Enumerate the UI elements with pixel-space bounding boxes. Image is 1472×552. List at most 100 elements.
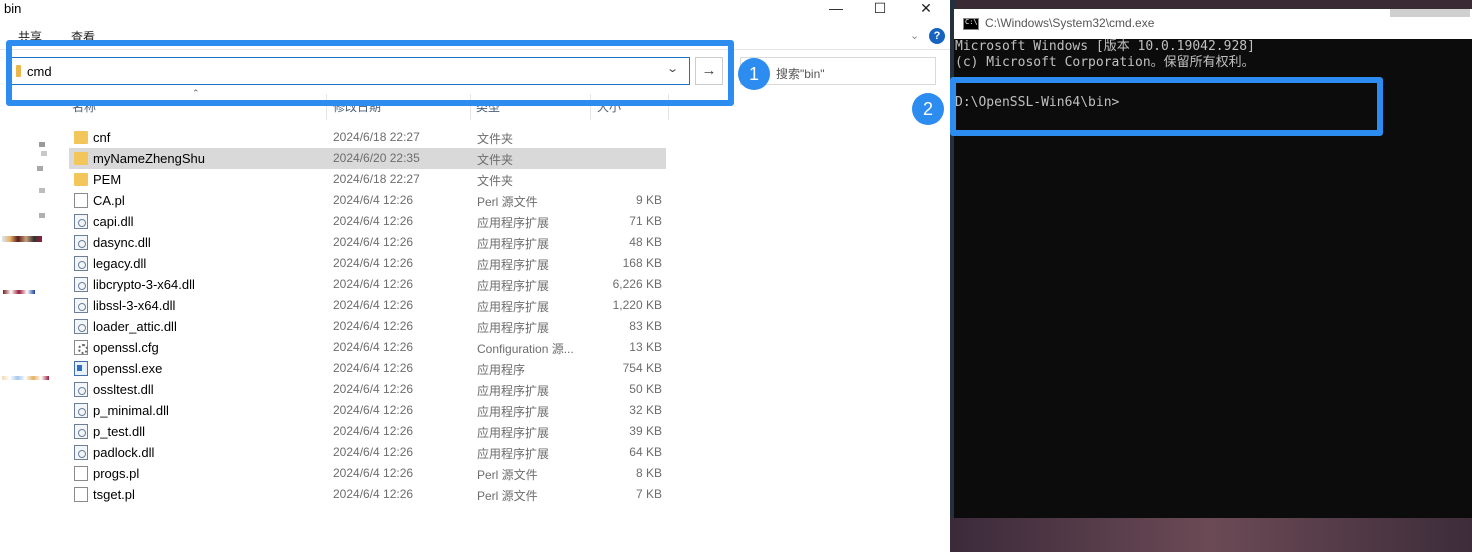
nav-item-icon[interactable] (3, 290, 35, 294)
file-row[interactable]: ossltest.dll 2024/6/4 12:26 应用程序扩展 50 KB (69, 379, 669, 400)
file-date: 2024/6/18 22:27 (333, 172, 420, 186)
file-row[interactable]: legacy.dll 2024/6/4 12:26 应用程序扩展 168 KB (69, 253, 669, 274)
file-size: 71 KB (629, 214, 662, 228)
dll-icon (74, 256, 88, 271)
file-type: Perl 源文件 (477, 195, 538, 209)
file-name: progs.pl (93, 466, 140, 481)
file-type: Perl 源文件 (477, 489, 538, 503)
window-title: bin (4, 1, 22, 16)
file-name: tsget.pl (93, 487, 135, 502)
dll-icon (74, 445, 88, 460)
file-date: 2024/6/4 12:26 (333, 487, 414, 501)
file-date: 2024/6/4 12:26 (333, 235, 414, 249)
file-row[interactable]: capi.dll 2024/6/4 12:26 应用程序扩展 71 KB (69, 211, 669, 232)
file-name: ossltest.dll (93, 382, 154, 397)
file-date: 2024/6/18 22:27 (333, 130, 420, 144)
file-date: 2024/6/4 12:26 (333, 424, 414, 438)
file-type: 应用程序扩展 (477, 258, 550, 272)
file-type: 应用程序扩展 (477, 237, 550, 251)
file-name: legacy.dll (93, 256, 147, 271)
nav-item-icon[interactable] (41, 151, 47, 156)
file-name: p_minimal.dll (93, 403, 169, 418)
cmd-app-icon (963, 18, 979, 30)
file-row[interactable]: PEM 2024/6/18 22:27 文件夹 (69, 169, 669, 190)
file-row[interactable]: myNameZhengShu 2024/6/20 22:35 文件夹 (69, 148, 666, 169)
file-row[interactable]: loader_attic.dll 2024/6/4 12:26 应用程序扩展 83 K… (69, 316, 669, 337)
dll-icon (74, 382, 88, 397)
file-date: 2024/6/4 12:26 (333, 466, 414, 480)
nav-item-icon[interactable] (39, 188, 45, 193)
file-size: 39 KB (629, 424, 662, 438)
file-type: 文件夹 (477, 132, 514, 146)
file-name: loader_attic.dll (93, 319, 177, 334)
file-type: Perl 源文件 (477, 468, 538, 482)
file-row[interactable]: tsget.pl 2024/6/4 12:26 Perl 源文件 7 KB (69, 484, 669, 505)
file-row[interactable]: CA.pl 2024/6/4 12:26 Perl 源文件 9 KB (69, 190, 669, 211)
file-date: 2024/6/4 12:26 (333, 403, 414, 417)
file-date: 2024/6/4 12:26 (333, 445, 414, 459)
nav-item-icon[interactable] (37, 166, 43, 171)
file-row[interactable]: libcrypto-3-x64.dll 2024/6/4 12:26 应用程序扩展 6… (69, 274, 669, 295)
file-name: openssl.exe (93, 361, 163, 376)
file-row[interactable]: libssl-3-x64.dll 2024/6/4 12:26 应用程序扩展 1,22… (69, 295, 669, 316)
file-date: 2024/6/4 12:26 (333, 298, 414, 312)
file-date: 2024/6/4 12:26 (333, 214, 414, 228)
navigation-pane (0, 120, 60, 552)
folder-icon (74, 131, 88, 144)
minimize-button[interactable]: — (813, 0, 859, 18)
file-size: 50 KB (629, 382, 662, 396)
nav-item-icon[interactable] (2, 236, 42, 242)
dll-icon (74, 214, 88, 229)
config-file-icon (74, 340, 88, 355)
file-icon (74, 466, 88, 481)
highlight-box-address-bar (6, 40, 734, 106)
ribbon-expand-chevron-icon[interactable]: ⌄ (910, 29, 919, 42)
dll-icon (74, 235, 88, 250)
file-date: 2024/6/4 12:26 (333, 193, 414, 207)
file-type: 应用程序扩展 (477, 279, 550, 293)
file-row[interactable]: p_minimal.dll 2024/6/4 12:26 应用程序扩展 32 KB (69, 400, 669, 421)
file-name: padlock.dll (93, 445, 155, 460)
file-size: 13 KB (629, 340, 662, 354)
file-type: 应用程序扩展 (477, 447, 550, 461)
file-size: 7 KB (635, 487, 662, 501)
nav-item-icon[interactable] (39, 142, 45, 147)
file-row[interactable]: progs.pl 2024/6/4 12:26 Perl 源文件 8 KB (69, 463, 669, 484)
cmd-window-title: C:\Windows\System32\cmd.exe (985, 16, 1155, 30)
file-size: 1,220 KB (612, 298, 662, 312)
dll-icon (74, 298, 88, 313)
file-row[interactable]: padlock.dll 2024/6/4 12:26 应用程序扩展 64 KB (69, 442, 669, 463)
file-size: 83 KB (629, 319, 662, 333)
file-row[interactable]: p_test.dll 2024/6/4 12:26 应用程序扩展 39 KB (69, 421, 669, 442)
step-marker-2: 2 (912, 93, 944, 125)
file-list: cnf 2024/6/18 22:27 文件夹 myNameZhengShu 2024/… (69, 127, 669, 505)
file-row[interactable]: cnf 2024/6/18 22:27 文件夹 (69, 127, 669, 148)
file-type: 文件夹 (477, 174, 514, 188)
file-date: 2024/6/4 12:26 (333, 382, 414, 396)
file-type: 应用程序扩展 (477, 405, 550, 419)
file-name: openssl.cfg (93, 340, 159, 355)
file-row[interactable]: dasync.dll 2024/6/4 12:26 应用程序扩展 48 KB (69, 232, 669, 253)
close-button[interactable]: ✕ (903, 0, 949, 18)
file-date: 2024/6/4 12:26 (333, 277, 414, 291)
file-size: 168 KB (622, 256, 662, 270)
file-name: p_test.dll (93, 424, 146, 439)
file-row[interactable]: openssl.exe 2024/6/4 12:26 应用程序 754 KB (69, 358, 669, 379)
dll-icon (74, 319, 88, 334)
file-name: libssl-3-x64.dll (93, 298, 176, 313)
cmd-titlebar: C:\Windows\System32\cmd.exe (954, 9, 1472, 39)
highlight-box-cmd-prompt (950, 77, 1383, 136)
maximize-button[interactable]: ☐ (857, 0, 903, 18)
nav-item-icon[interactable] (39, 213, 45, 218)
file-icon (74, 193, 88, 208)
file-name: CA.pl (93, 193, 125, 208)
file-date: 2024/6/4 12:26 (333, 340, 414, 354)
file-type: 应用程序扩展 (477, 300, 550, 314)
file-row[interactable]: openssl.cfg 2024/6/4 12:26 Configuration 源… (69, 337, 669, 358)
dll-icon (74, 277, 88, 292)
file-type: 应用程序扩展 (477, 216, 550, 230)
file-size: 9 KB (635, 193, 662, 207)
nav-item-icon[interactable] (2, 376, 49, 380)
file-date: 2024/6/4 12:26 (333, 361, 414, 375)
help-icon[interactable]: ? (929, 28, 945, 44)
